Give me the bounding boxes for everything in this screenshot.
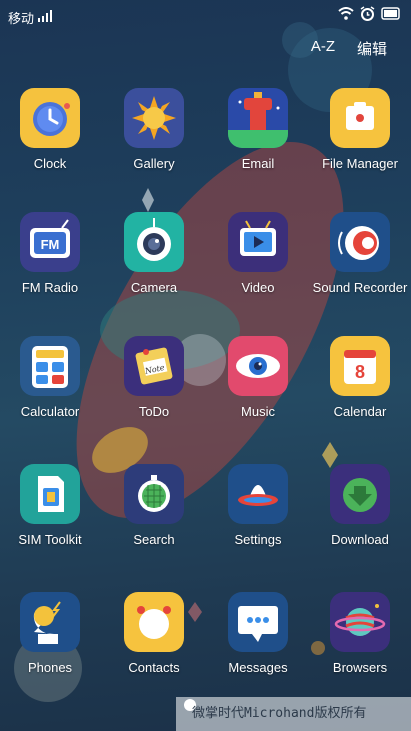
app-sound-recorder[interactable]: Sound Recorder xyxy=(310,212,410,295)
settings-icon xyxy=(228,464,288,524)
app-label: SIM Toolkit xyxy=(18,532,82,547)
file-manager-icon xyxy=(330,88,390,148)
camera-icon xyxy=(124,212,184,272)
app-label: Video xyxy=(241,280,275,295)
gallery-icon xyxy=(124,88,184,148)
app-messages[interactable]: Messages xyxy=(208,592,308,675)
app-camera[interactable]: Camera xyxy=(104,212,204,295)
svg-text:FM: FM xyxy=(41,237,60,252)
app-label: Browsers xyxy=(332,660,388,675)
app-label: Calendar xyxy=(333,404,387,419)
app-label: File Manager xyxy=(322,156,398,171)
app-label: Email xyxy=(241,156,275,171)
edit-button[interactable]: 编辑 xyxy=(357,38,387,59)
app-search[interactable]: Search xyxy=(104,464,204,547)
wifi-icon xyxy=(338,7,354,25)
sound-recorder-icon xyxy=(330,212,390,272)
app-file-manager[interactable]: File Manager xyxy=(310,88,410,171)
messages-icon xyxy=(228,592,288,652)
app-label: Camera xyxy=(130,280,178,295)
app-label: Search xyxy=(133,532,175,547)
phones-icon xyxy=(20,592,80,652)
app-label: Settings xyxy=(234,532,282,547)
app-contacts[interactable]: Contacts xyxy=(104,592,204,675)
email-icon xyxy=(228,88,288,148)
clock-icon xyxy=(20,88,80,148)
app-phones[interactable]: Phones xyxy=(0,592,100,675)
header-actions: A-Z 编辑 xyxy=(311,38,387,59)
video-icon xyxy=(228,212,288,272)
app-gallery[interactable]: Gallery xyxy=(104,88,204,171)
app-label: Calculator xyxy=(20,404,80,419)
app-label: Download xyxy=(331,532,389,547)
app-label: Clock xyxy=(33,156,67,171)
app-label: Contacts xyxy=(128,660,180,675)
app-label: Gallery xyxy=(133,156,175,171)
fm-radio-icon: FM xyxy=(20,212,80,272)
app-sim-toolkit[interactable]: SIM Toolkit xyxy=(0,464,100,547)
app-label: Phones xyxy=(27,660,73,675)
alarm-icon xyxy=(360,6,375,26)
todo-icon: Note xyxy=(124,336,184,396)
calendar-icon: 8 xyxy=(330,336,390,396)
watermark: 微掌时代Microhand版权所有 xyxy=(176,697,411,731)
app-browsers[interactable]: Browsers xyxy=(310,592,410,675)
search-icon xyxy=(124,464,184,524)
app-music[interactable]: Music xyxy=(208,336,308,419)
app-label: Sound Recorder xyxy=(312,280,408,295)
app-clock[interactable]: Clock xyxy=(0,88,100,171)
app-label: FM Radio xyxy=(21,280,79,295)
app-calendar[interactable]: 8 Calendar xyxy=(310,336,410,419)
contacts-icon xyxy=(124,592,184,652)
app-calculator[interactable]: Calculator xyxy=(0,336,100,419)
app-settings[interactable]: Settings xyxy=(208,464,308,547)
app-fm-radio[interactable]: FM FM Radio xyxy=(0,212,100,295)
calculator-icon xyxy=(20,336,80,396)
app-label: Music xyxy=(241,404,275,419)
sort-az-button[interactable]: A-Z xyxy=(311,38,335,59)
browsers-icon xyxy=(330,592,390,652)
status-bar: 移动 xyxy=(0,0,411,30)
signal-icon xyxy=(38,9,52,27)
app-todo[interactable]: Note ToDo xyxy=(104,336,204,419)
app-download[interactable]: Download xyxy=(310,464,410,547)
music-icon xyxy=(228,336,288,396)
app-email[interactable]: Email xyxy=(208,88,308,171)
svg-text:8: 8 xyxy=(355,362,365,382)
app-label: ToDo xyxy=(138,404,170,419)
carrier-label: 移动 xyxy=(8,11,35,26)
app-label: Messages xyxy=(228,660,288,675)
battery-icon xyxy=(381,7,401,25)
sim-toolkit-icon xyxy=(20,464,80,524)
app-video[interactable]: Video xyxy=(208,212,308,295)
download-icon xyxy=(330,464,390,524)
